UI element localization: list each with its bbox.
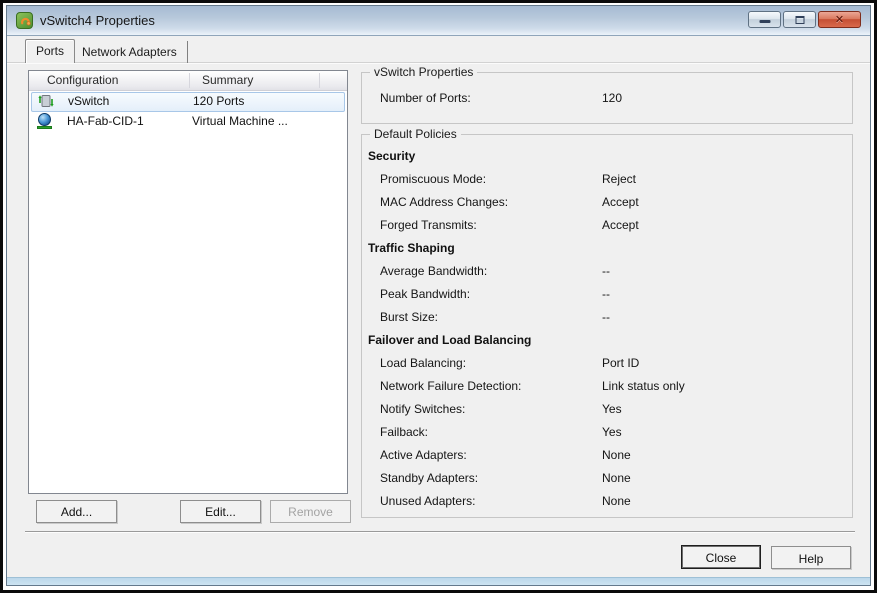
configuration-list[interactable]: Configuration Summary vSwitch 120 Ports … [28,70,348,494]
vswitch-properties-group: vSwitch Properties Number of Ports: 120 [361,65,853,124]
policy-body: Security Promiscuous Mode: Reject MAC Ad… [362,135,852,513]
policy-row: Unused Adapters: None [362,490,852,513]
tab-ports[interactable]: Ports [25,39,76,63]
policy-row: Network Failure Detection: Link status o… [362,375,852,398]
list-row-vswitch[interactable]: vSwitch 120 Ports [31,92,345,112]
list-row-ha-fab-cid-1[interactable]: HA-Fab-CID-1 Virtual Machine ... [29,112,347,132]
policy-value: Yes [602,402,622,416]
edit-button[interactable]: Edit... [180,500,261,523]
row-configuration-cell: HA-Fab-CID-1 [67,114,144,128]
policy-row: Notify Switches: Yes [362,398,852,421]
list-header: Configuration Summary [29,71,347,91]
titlebar[interactable]: vSwitch4 Properties ✕ [7,6,870,36]
window-title: vSwitch4 Properties [40,13,155,28]
policy-label: Burst Size: [380,310,439,324]
policy-label: Network Failure Detection: [380,379,522,393]
help-button[interactable]: Help [771,546,851,569]
add-button[interactable]: Add... [36,500,117,523]
policy-label: Failback: [380,425,429,439]
default-policies-group: Default Policies Security Promiscuous Mo… [361,127,853,518]
policy-row: Active Adapters: None [362,444,852,467]
policy-row: Failback: Yes [362,421,852,444]
minimize-button[interactable] [748,11,781,28]
policy-row: Peak Bandwidth: -- [362,283,852,306]
maximize-button[interactable] [783,11,816,28]
row-configuration-cell: vSwitch [68,94,110,108]
policy-label: Promiscuous Mode: [380,172,487,186]
policy-label: Peak Bandwidth: [380,287,471,301]
policy-value: Reject [602,172,637,186]
group-title: vSwitch Properties [370,65,478,79]
section-heading-security: Security [368,149,416,163]
policy-value: 120 [602,91,623,105]
policy-value: None [602,448,631,462]
policy-label: Average Bandwidth: [380,264,488,278]
policy-row: Standby Adapters: None [362,467,852,490]
policy-value: -- [602,310,610,324]
policy-label: Unused Adapters: [380,494,476,508]
row-summary-cell: 120 Ports [193,94,245,108]
close-icon: ✕ [834,14,845,26]
number-of-ports-row: Number of Ports: 120 [362,87,852,110]
policy-value: None [602,471,631,485]
policy-label: Notify Switches: [380,402,466,416]
vm-network-icon [37,113,53,129]
vmware-vsphere-icon [16,12,33,29]
policy-label: Standby Adapters: [380,471,479,485]
policy-row: Average Bandwidth: -- [362,260,852,283]
policy-label: Active Adapters: [380,448,467,462]
policy-value: Accept [602,195,639,209]
minimize-icon [759,20,770,23]
footer-separator [25,531,855,533]
policy-label: MAC Address Changes: [380,195,509,209]
policy-label: Number of Ports: [380,91,471,105]
policy-label: Forged Transmits: [380,218,477,232]
section-heading-failover: Failover and Load Balancing [368,333,532,347]
policy-value: -- [602,287,610,301]
policy-value: Link status only [602,379,685,393]
policy-value: Accept [602,218,639,232]
vswitch-properties-dialog: vSwitch4 Properties ✕ Ports Network Adap… [6,5,871,586]
column-header-summary[interactable]: Summary [202,73,253,87]
screenshot-frame: vSwitch4 Properties ✕ Ports Network Adap… [0,0,877,593]
column-separator[interactable] [319,73,320,88]
window-bottom-edge [7,577,870,585]
policy-row: Promiscuous Mode: Reject [362,168,852,191]
section-heading-traffic-shaping: Traffic Shaping [368,241,455,255]
tab-network-adapters[interactable]: Network Adapters [71,41,188,63]
row-summary-cell: Virtual Machine ... [192,114,288,128]
policy-row: Burst Size: -- [362,306,852,329]
close-window-button[interactable]: ✕ [818,11,861,28]
maximize-icon [795,16,804,24]
policy-value: None [602,494,631,508]
close-button[interactable]: Close [681,545,761,569]
remove-button: Remove [270,500,351,523]
policy-row: Forged Transmits: Accept [362,214,852,237]
policy-value: Port ID [602,356,640,370]
group-title: Default Policies [370,127,461,141]
policy-row: MAC Address Changes: Accept [362,191,852,214]
policy-label: Load Balancing: [380,356,467,370]
policy-value: Yes [602,425,622,439]
column-separator[interactable] [189,73,190,88]
vswitch-icon [38,93,54,109]
column-header-configuration[interactable]: Configuration [47,73,118,87]
policy-value: -- [602,264,610,278]
policy-row: Load Balancing: Port ID [362,352,852,375]
